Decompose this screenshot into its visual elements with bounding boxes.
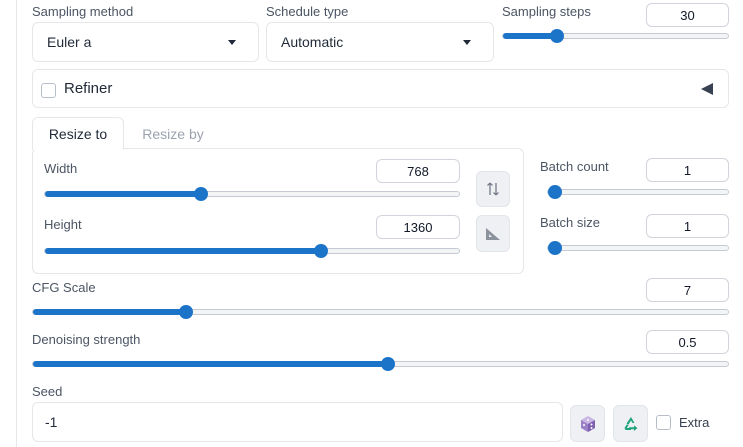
batch-count-slider[interactable]: [547, 185, 729, 199]
extra-label: Extra: [679, 415, 710, 430]
random-seed-button[interactable]: [570, 405, 605, 442]
slider-thumb[interactable]: [194, 187, 209, 201]
sampling-method-value: Euler a: [47, 34, 92, 50]
batch-size-slider[interactable]: [547, 241, 729, 255]
denoising-strength-input[interactable]: 0.5: [646, 330, 729, 354]
aspect-ratio-button[interactable]: [476, 215, 510, 252]
width-slider[interactable]: [44, 187, 460, 201]
seed-label: Seed: [32, 384, 63, 399]
tab-resize-to[interactable]: Resize to: [32, 117, 124, 150]
slider-thumb[interactable]: [380, 357, 395, 371]
tab-label: Resize by: [142, 125, 204, 142]
seed-input[interactable]: -1: [32, 402, 563, 442]
extra-checkbox[interactable]: [656, 415, 671, 430]
sampling-method-label: Sampling method: [32, 4, 134, 19]
height-slider[interactable]: [44, 244, 460, 258]
schedule-type-dropdown[interactable]: Automatic: [266, 22, 494, 62]
width-label: Width: [44, 161, 78, 176]
swap-vertical-icon: [487, 182, 499, 196]
swap-dimensions-button[interactable]: [476, 171, 510, 207]
frame-border: [16, 0, 17, 447]
sampling-steps-label: Sampling steps: [502, 4, 591, 19]
chevron-down-icon: [463, 40, 471, 45]
denoising-strength-slider[interactable]: [32, 357, 729, 371]
chevron-down-icon: [228, 40, 236, 45]
sampling-steps-input[interactable]: 30: [646, 3, 729, 27]
sampling-method-dropdown[interactable]: Euler a: [32, 22, 259, 62]
schedule-type-label: Schedule type: [266, 4, 349, 19]
cfg-scale-label: CFG Scale: [32, 280, 96, 295]
batch-count-input[interactable]: 1: [646, 158, 729, 182]
tab-resize-by[interactable]: Resize by: [128, 117, 218, 150]
sampling-steps-slider[interactable]: [502, 29, 729, 43]
triangle-left-icon[interactable]: [700, 82, 714, 96]
width-input[interactable]: 768: [376, 159, 460, 183]
denoising-strength-label: Denoising strength: [32, 332, 141, 347]
slider-fill: [33, 361, 388, 367]
slider-thumb[interactable]: [548, 241, 562, 255]
slider-thumb[interactable]: [548, 185, 562, 199]
ruler-triangle-icon: [486, 227, 500, 240]
slider-fill: [33, 309, 186, 315]
cfg-scale-slider[interactable]: [32, 305, 729, 319]
reuse-seed-button[interactable]: [613, 405, 648, 442]
height-label: Height: [44, 217, 82, 232]
schedule-type-value: Automatic: [281, 34, 344, 50]
batch-count-label: Batch count: [540, 159, 609, 174]
cfg-scale-input[interactable]: 7: [646, 278, 729, 302]
batch-size-label: Batch size: [540, 215, 600, 230]
batch-size-input[interactable]: 1: [646, 214, 729, 238]
slider-thumb[interactable]: [178, 305, 193, 319]
slider-thumb[interactable]: [550, 29, 565, 43]
refiner-checkbox[interactable]: [41, 83, 56, 98]
dice-icon: [580, 415, 595, 432]
slider-thumb[interactable]: [314, 244, 329, 258]
recycle-icon: [624, 416, 637, 431]
slider-fill: [45, 248, 322, 254]
refiner-label: Refiner: [64, 80, 113, 97]
slider-fill: [503, 33, 558, 39]
height-input[interactable]: 1360: [376, 215, 460, 239]
refiner-accordion[interactable]: [32, 69, 729, 108]
slider-fill: [45, 191, 202, 197]
tab-label: Resize to: [48, 126, 108, 142]
